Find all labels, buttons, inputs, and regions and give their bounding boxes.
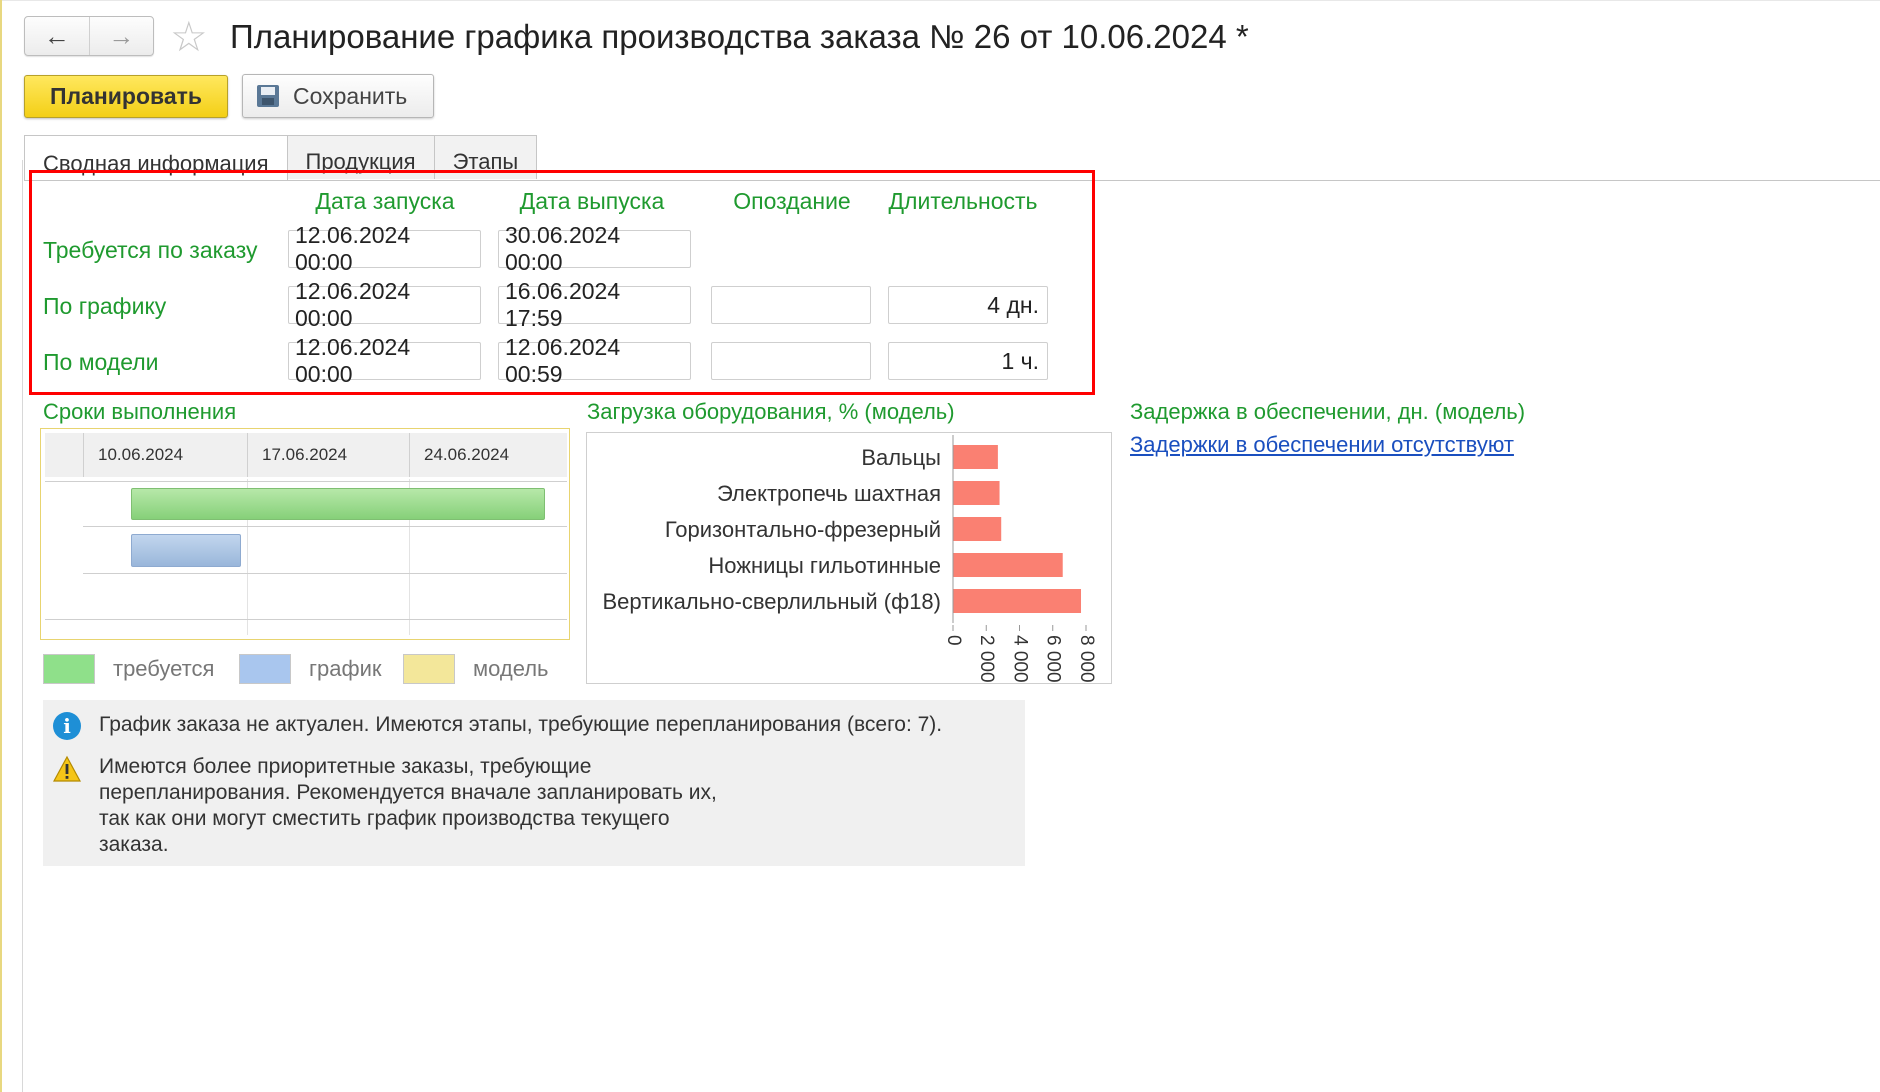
legend-swatch-model [403, 654, 455, 684]
warning-line: Имеются более приоритетные заказы, требу… [99, 755, 592, 778]
terms-title: Сроки выполнения [43, 399, 237, 424]
gantt-date-3: 24.06.2024 [409, 433, 567, 477]
category-label: Электропечь шахтная [717, 481, 941, 506]
x-tick-label: 0 [943, 635, 964, 646]
x-tick-label: 8 000 [1076, 635, 1097, 683]
category-label: Вальцы [861, 445, 941, 470]
window-edge [0, 0, 2, 1092]
legend-swatch-required [43, 654, 95, 684]
warning-line: заказа. [99, 833, 169, 856]
category-label: Ножницы гильотинные [708, 553, 941, 578]
gantt-date-2: 17.06.2024 [247, 433, 409, 477]
highlight-frame [29, 170, 1095, 395]
legend-label-required: требуется [113, 656, 215, 681]
info-message: График заказа не актуален. Имеются этапы… [99, 713, 943, 736]
warning-message: Имеются более приоритетные заказы, требу… [99, 754, 717, 858]
gantt-row-line [45, 619, 567, 620]
legend-label-schedule: график [309, 656, 382, 681]
legend-model: модель [403, 654, 549, 684]
gantt-bar-required[interactable] [131, 488, 545, 520]
arrow-right-icon[interactable]: → [88, 17, 154, 55]
category-label: Горизонтально-фрезерный [665, 517, 941, 542]
star-icon[interactable]: ☆ [170, 16, 208, 58]
legend-swatch-schedule [239, 654, 291, 684]
equipment-load-svg: Вальцы Электропечь шахтная Горизонтально-ф… [602, 435, 1097, 683]
arrow-left-icon[interactable]: ← [25, 17, 89, 55]
warning-line: так как они могут сместить график произв… [99, 807, 670, 830]
load-bar [953, 481, 1000, 505]
gantt-row-line [83, 526, 567, 527]
gantt-row-line [45, 481, 567, 482]
legend-label-model: модель [473, 656, 549, 681]
x-tick-label: 4 000 [1009, 635, 1030, 683]
form-edge [22, 160, 23, 1092]
load-bar [953, 553, 1063, 577]
gantt-header: 10.06.2024 17.06.2024 24.06.2024 [45, 433, 567, 477]
gantt-chart[interactable]: 10.06.2024 17.06.2024 24.06.2024 [40, 428, 570, 640]
legend-required: требуется [43, 654, 214, 684]
gantt-row-line [83, 573, 567, 574]
load-bar [953, 589, 1082, 613]
page-title: Планирование графика производства заказа… [230, 18, 1249, 55]
x-tick-label: 2 000 [976, 635, 997, 683]
load-bar [953, 445, 998, 469]
save-button-label: Сохранить [293, 82, 408, 109]
warning-icon [53, 755, 81, 782]
x-tick-label: 6 000 [1043, 635, 1064, 683]
gantt-bar-schedule[interactable] [131, 534, 241, 567]
save-button[interactable]: Сохранить [242, 74, 434, 118]
history-nav: ← → [24, 16, 154, 56]
top-border [0, 0, 1880, 1]
gantt-date-1: 10.06.2024 [83, 433, 247, 477]
message-panel: i График заказа не актуален. Имеются эта… [43, 700, 1025, 866]
category-label: Вертикально-сверлильный (ф18) [602, 589, 941, 614]
legend-schedule: график [239, 654, 382, 684]
info-icon: i [53, 712, 81, 740]
chart-title: Загрузка оборудования, % (модель) [587, 399, 955, 424]
equipment-load-chart: Вальцы Электропечь шахтная Горизонтально-ф… [586, 432, 1112, 684]
supply-title: Задержка в обеспечении, дн. (модель) [1130, 399, 1526, 424]
plan-button[interactable]: Планировать [24, 75, 228, 118]
floppy-disk-icon [257, 85, 279, 107]
load-bar [953, 517, 1002, 541]
supply-delays-link[interactable]: Задержки в обеспечении отсутствуют [1130, 432, 1514, 458]
warning-line: перепланирования. Рекомендуется вначале … [99, 781, 717, 804]
